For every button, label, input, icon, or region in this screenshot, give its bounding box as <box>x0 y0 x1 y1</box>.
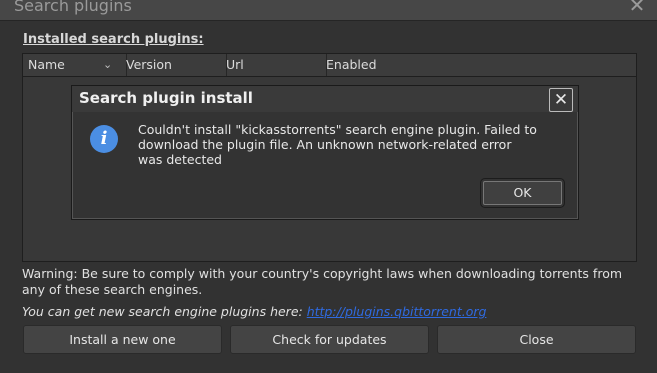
get-plugins-text: You can get new search engine plugins he… <box>22 304 307 319</box>
close-button[interactable]: Close <box>437 325 636 354</box>
installed-plugins-label: Installed search plugins: <box>23 32 204 47</box>
column-header-name[interactable]: Name ⌄ <box>23 54 127 76</box>
column-header-url[interactable]: Url <box>221 54 327 76</box>
dialog-title: Search plugin install <box>79 89 253 107</box>
column-header-enabled[interactable]: Enabled <box>321 54 636 76</box>
get-plugins-line: You can get new search engine plugins he… <box>22 304 486 319</box>
install-new-button[interactable]: Install a new one <box>23 325 222 354</box>
window-titlebar: Search plugins ✕ <box>0 0 657 21</box>
check-updates-button[interactable]: Check for updates <box>230 325 429 354</box>
copyright-warning: Warning: Be sure to comply with your cou… <box>22 266 623 297</box>
window-title: Search plugins <box>14 0 132 15</box>
column-name-label: Name <box>28 57 65 72</box>
dialog-body: i Couldn't install "kickasstorrents" sea… <box>73 112 577 218</box>
dialog-message: Couldn't install "kickasstorrents" searc… <box>138 122 537 167</box>
plugins-link[interactable]: http://plugins.qbittorrent.org <box>307 304 487 319</box>
plugin-install-dialog: Search plugin install ✕ i Couldn't insta… <box>71 85 579 220</box>
ok-button[interactable]: OK <box>480 178 565 208</box>
dialog-close-icon[interactable]: ✕ <box>549 88 573 112</box>
window-close-icon[interactable]: ✕ <box>627 0 647 15</box>
chevron-down-icon: ⌄ <box>103 58 113 71</box>
dialog-titlebar: Search plugin install ✕ <box>72 86 578 112</box>
info-icon: i <box>90 125 118 153</box>
table-header: Name ⌄ Version Url Enabled <box>23 54 636 77</box>
column-header-version[interactable]: Version <box>121 54 227 76</box>
